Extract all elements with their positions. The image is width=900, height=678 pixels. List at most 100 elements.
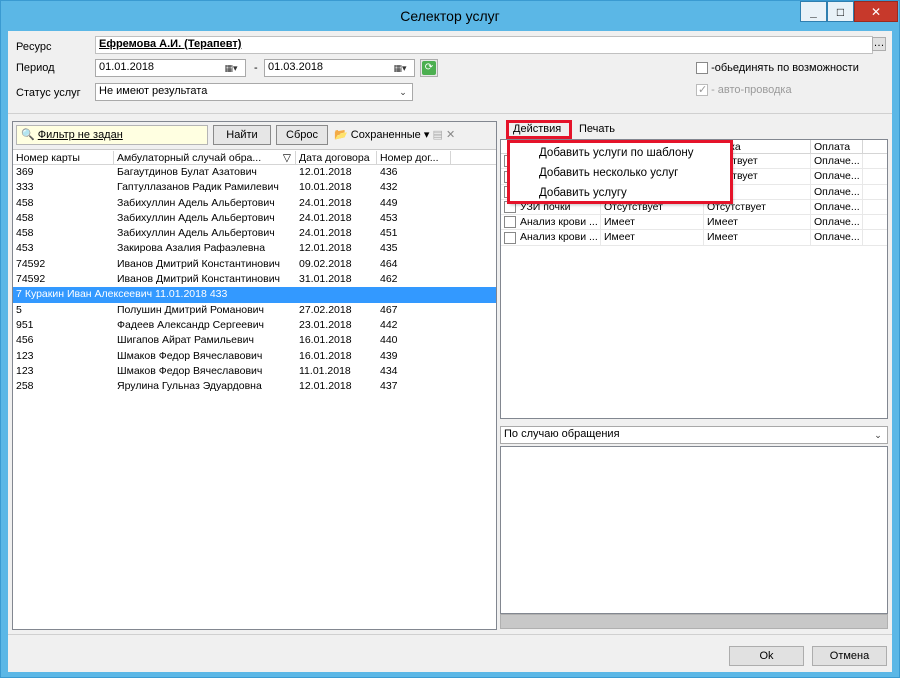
cell-contract-number: 439 — [380, 349, 398, 362]
cases-toolbar: 🔍 Фильтр не задан Найти Сброс 📂 Сохранен… — [13, 122, 496, 150]
table-row[interactable]: 123 Шмаков Федор Вячеславович 16.01.2018 43… — [13, 349, 496, 364]
table-row[interactable]: 453 Закирова Азалия Рафаэлевна 12.01.2018 4… — [13, 241, 496, 256]
cell-patient-name: Иванов Дмитрий Константинович — [117, 273, 281, 286]
bottom-divider — [8, 634, 892, 635]
filter-link[interactable]: Фильтр не задан — [38, 129, 123, 141]
table-row[interactable]: 458 Забихуллин Адель Альбертович 24.01.201… — [13, 226, 496, 241]
service-name-text: Анализ крови ... — [520, 231, 598, 244]
table-row[interactable]: 7 Куракин Иван Алексеевич 11.01.2018 433 — [13, 287, 496, 303]
cell-patient-name: Иванов Дмитрий Константинович — [117, 257, 281, 270]
table-row[interactable]: 5 Полушин Дмитрий Романович 27.02.2018 467 — [13, 303, 496, 318]
table-row[interactable]: 458 Забихуллин Адель Альбертович 24.01.201… — [13, 196, 496, 211]
column-contract-date[interactable]: Дата договора — [296, 151, 377, 164]
cell-card-number: 74592 — [16, 257, 46, 270]
column-case-label: Амбулаторный случай обра... — [117, 152, 262, 164]
cases-table-header: Номер карты Амбулаторный случай обра... … — [13, 151, 496, 165]
column-card-number[interactable]: Номер карты — [13, 151, 114, 164]
cell-contract-number: 451 — [380, 227, 398, 240]
maximize-button[interactable]: □ — [827, 1, 854, 22]
cell-payment: Оплаче... — [811, 154, 863, 169]
cell-contract-number: 464 — [380, 257, 398, 270]
calendar-dropdown-icon[interactable]: ▦▾ — [219, 61, 243, 75]
dialog-client: Ресурс Ефремова А.И. (Терапевт) … Период… — [8, 31, 892, 672]
resource-label: Ресурс — [16, 41, 52, 53]
cell-contract-number: 453 — [380, 211, 398, 224]
table-row[interactable]: 258 Ярулина Гульназ Эдуардовна 12.01.2018 4… — [13, 379, 496, 394]
cell-payment: Оплаче... — [811, 230, 863, 245]
table-row[interactable]: 74592 Иванов Дмитрий Константинович 09.02.… — [13, 257, 496, 272]
filter-funnel-icon[interactable]: ▽ — [283, 151, 291, 164]
cell-contract-number: 432 — [380, 181, 398, 194]
cell-patient-name: Куракин Иван Алексеевич — [24, 288, 153, 301]
maximize-icon: □ — [836, 4, 845, 19]
resource-field[interactable]: Ефремова А.И. (Терапевт) — [95, 36, 873, 54]
cell-contract-date: 24.01.2018 — [299, 227, 352, 240]
tab-print[interactable]: Печать — [579, 123, 615, 135]
cell-card-number: 74592 — [16, 273, 46, 286]
ok-button[interactable]: Ok — [729, 646, 804, 666]
cell-contract-date: 27.02.2018 — [299, 303, 352, 316]
ellipsis-icon: … — [873, 37, 885, 49]
table-row[interactable]: 333 Гаптуллазанов Радик Рамилевич 10.01.20… — [13, 180, 496, 195]
combine-checkbox[interactable] — [696, 62, 708, 75]
cell-payment: Оплаче... — [811, 184, 863, 199]
table-row[interactable]: 951 Фадеев Александр Сергеевич 23.01.2018 4… — [13, 318, 496, 333]
service-name-text: Анализ крови ... — [520, 216, 598, 229]
minimize-icon: _ — [810, 4, 817, 19]
table-row[interactable]: 458 Забихуллин Адель Альбертович 24.01.201… — [13, 211, 496, 226]
cell-contract-date: 12.01.2018 — [299, 242, 352, 255]
cell-patient-name: Закирова Азалия Рафаэлевна — [117, 242, 266, 255]
cell-card-number: 456 — [16, 334, 34, 347]
calendar-dropdown-icon[interactable]: ▦▾ — [388, 61, 412, 75]
cell-card-number: 453 — [16, 242, 34, 255]
table-row[interactable]: Анализ крови ... Имеет Имеет Оплаче... — [501, 215, 887, 231]
horizontal-scrollbar[interactable] — [500, 614, 888, 629]
refresh-button[interactable]: ⟳ — [420, 59, 438, 77]
table-row[interactable]: 369 Багаутдинов Булат Азатович 12.01.2018 4… — [13, 165, 496, 180]
reset-button[interactable]: Сброс — [276, 125, 328, 145]
menu-highlight-box — [507, 140, 733, 204]
cell-payment: Оплаче... — [811, 199, 863, 215]
row-checkbox[interactable] — [504, 216, 516, 229]
status-label: Статус услуг — [16, 87, 81, 99]
table-row[interactable]: Анализ крови ... Имеет Имеет Оплаче... — [501, 230, 887, 246]
autopost-checkbox[interactable] — [696, 83, 708, 97]
cell-posting: Имеет — [704, 215, 811, 230]
cancel-button[interactable]: Отмена — [812, 646, 887, 666]
cell-contract-number: 442 — [380, 318, 398, 331]
grouping-combo[interactable]: По случаю обращения ⌄ — [500, 426, 888, 444]
period-to-field[interactable]: 01.03.2018 ▦▾ — [264, 59, 415, 77]
cell-contract-number: 462 — [380, 273, 398, 286]
close-button[interactable]: ✕ — [854, 1, 898, 22]
close-icon: ✕ — [870, 4, 882, 19]
folder-icon: 📂 — [334, 129, 348, 141]
delete-filter-icon[interactable]: ✕ — [446, 129, 455, 141]
details-area[interactable] — [500, 446, 888, 614]
resource-browse-button[interactable]: … — [872, 37, 886, 51]
table-row[interactable]: 123 Шмаков Федор Вячеславович 11.01.2018 43… — [13, 364, 496, 379]
filter-box[interactable]: 🔍 Фильтр не задан — [16, 125, 208, 145]
title-bar[interactable]: Селектор услуг _ □ ✕ — [1, 1, 899, 31]
dropdown-arrow-icon: ▾ — [423, 129, 430, 141]
table-row[interactable]: 456 Шигапов Айрат Рамильевич 16.01.2018 440 — [13, 333, 496, 348]
cell-patient-name: Шигапов Айрат Рамильевич — [117, 334, 254, 347]
cell-contract-date: 11.01.2018 — [299, 364, 351, 377]
column-payment[interactable]: Оплата — [811, 140, 863, 153]
selector-window: Селектор услуг _ □ ✕ Ресурс Ефремова А.И… — [0, 0, 900, 678]
cell-contract-number: 434 — [380, 364, 398, 377]
period-to-value: 01.03.2018 — [268, 61, 324, 73]
cell-contract-number: 467 — [380, 303, 398, 316]
period-from-field[interactable]: 01.01.2018 ▦▾ — [95, 59, 246, 77]
status-combo[interactable]: Не имеют результата ⌄ — [95, 83, 413, 101]
save-filter-icon[interactable]: ▤ — [432, 129, 442, 141]
combine-option[interactable]: -обьединять по возможности — [696, 62, 859, 75]
column-case[interactable]: Амбулаторный случай обра... ▽ — [114, 151, 296, 164]
minimize-button[interactable]: _ — [800, 1, 827, 22]
row-checkbox[interactable] — [504, 231, 516, 244]
autopost-option[interactable]: - авто-проводка — [696, 83, 792, 97]
table-row[interactable]: 74592 Иванов Дмитрий Константинович 31.01.… — [13, 272, 496, 287]
find-button[interactable]: Найти — [213, 125, 271, 145]
cell-card-number: 123 — [16, 349, 34, 362]
column-contract-number[interactable]: Номер дог... — [377, 151, 451, 164]
saved-filters-button[interactable]: 📂 Сохраненные ▾ ▤ ✕ — [334, 128, 455, 141]
